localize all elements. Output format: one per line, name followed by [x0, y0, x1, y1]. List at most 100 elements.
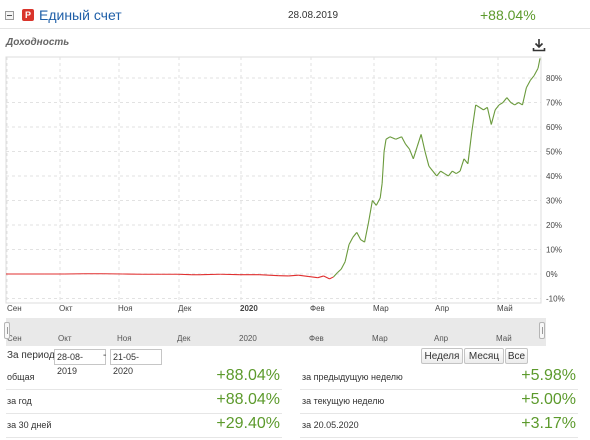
series-segment [323, 275, 330, 280]
y-tick-label: 80% [546, 74, 562, 83]
stat-value-current-week: +5.00% [521, 391, 576, 408]
series-segment [375, 197, 381, 206]
series-segment [401, 136, 407, 145]
range-week-button[interactable]: Неделя [421, 348, 463, 364]
y-tick-label: 10% [546, 246, 562, 255]
series-segment [383, 139, 387, 152]
series-segment [440, 170, 445, 175]
collapse-toggle-icon[interactable] [5, 11, 14, 20]
navigator-left-handle[interactable] [4, 322, 10, 339]
series-segment [344, 244, 350, 262]
stat-divider [6, 389, 282, 390]
series-segment [486, 107, 492, 125]
series-segment [518, 102, 523, 106]
x-tick-label: 2020 [240, 304, 258, 313]
stat-label-30days: за 30 дней [7, 420, 52, 430]
series-segment [467, 131, 473, 164]
series-segment [502, 97, 508, 103]
y-tick-label: -10% [546, 295, 565, 304]
stat-value-30days: +29.40% [216, 415, 280, 432]
y-tick-label: 70% [546, 99, 562, 108]
series-segment [317, 275, 324, 279]
series-segment [333, 272, 338, 278]
x-tick-label: Дек [178, 304, 192, 313]
series-segment [428, 165, 434, 172]
series-segment [259, 274, 279, 277]
series-segment [348, 236, 354, 245]
stat-value-prev-week: +5.98% [521, 367, 576, 384]
stat-label-prev-week: за предыдущую неделю [302, 372, 403, 382]
series-segment [352, 232, 358, 238]
series-segment [340, 261, 346, 270]
stat-divider [300, 413, 578, 414]
stat-label-day: за 20.05.2020 [302, 420, 359, 430]
total-return: +88.04% [480, 7, 536, 23]
x-tick-label: Окт [59, 304, 73, 313]
range-month-button[interactable]: Месяц [464, 348, 504, 364]
navigator-track[interactable] [6, 318, 546, 346]
stat-value-day: +3.17% [521, 415, 576, 432]
series-segment [436, 170, 442, 177]
series-segment [405, 143, 410, 150]
stat-label-year: за год [7, 396, 32, 406]
series-segment [483, 106, 488, 111]
range-all-button[interactable]: Все [505, 348, 528, 364]
y-tick-label: 0% [546, 270, 558, 279]
x-tick-label: Мар [373, 304, 389, 313]
account-logo-icon: P [22, 9, 34, 21]
period-from-input[interactable]: 28-08-2019 [54, 349, 106, 376]
series-segment [288, 274, 299, 277]
y-tick-label: 50% [546, 148, 562, 157]
x-tick-label: Сен [7, 304, 22, 313]
series-segment [408, 148, 414, 160]
x-tick-label: Ноя [118, 304, 133, 313]
period-label: За период: [7, 350, 58, 361]
series-segment [420, 134, 426, 152]
navigator-right-handle[interactable] [539, 322, 545, 339]
x-tick-label: Апр [435, 304, 450, 313]
series-segment [447, 170, 453, 177]
navigator-tick-label: Дек [177, 334, 191, 343]
navigator-tick-label: Окт [58, 334, 72, 343]
series-segment [389, 136, 396, 140]
period-to-input[interactable]: 21-05-2020 [110, 349, 162, 376]
navigator-tick-label: Апр [434, 334, 449, 343]
x-tick-label: Фев [310, 304, 325, 313]
stat-divider [300, 389, 578, 390]
plot-border [5, 56, 542, 304]
series-segment [385, 136, 391, 140]
navigator-tick-label: 2020 [239, 334, 257, 343]
start-date: 28.08.2019 [288, 10, 339, 21]
series-segment [537, 58, 541, 69]
series-segment [455, 170, 461, 175]
y-tick-label: 20% [546, 221, 562, 230]
x-tick-label: Май [497, 304, 513, 313]
series-segment [360, 239, 365, 243]
stat-divider [300, 437, 578, 438]
series-segment [356, 232, 362, 240]
series-segment [308, 275, 318, 279]
stat-divider [6, 437, 282, 438]
series-segment [329, 276, 334, 280]
y-tick-label: 30% [546, 197, 562, 206]
stat-label-current-week: за текущую неделю [302, 396, 385, 406]
series-segment [298, 274, 309, 277]
stat-value-total: +88.04% [216, 367, 280, 384]
series-segment [424, 151, 430, 167]
series-segment [336, 268, 342, 274]
header-divider [0, 28, 590, 29]
navigator-tick-label: Май [496, 334, 512, 343]
returns-chart: 80% 70% 60% 50% 40% 30% 20% 10% 0% -10% Сен Окт Ноя Д… [5, 56, 565, 313]
series-segment [367, 200, 373, 223]
period-separator: - [103, 350, 107, 361]
series-segment [452, 170, 457, 175]
series-segment [416, 134, 422, 147]
navigator-tick-label: Мар [372, 334, 388, 343]
series-segment [381, 151, 385, 184]
series-segment [459, 158, 465, 172]
series-segment [479, 106, 484, 111]
y-tick-label: 60% [546, 123, 562, 132]
series-segment [475, 104, 480, 108]
series-segment [533, 67, 539, 76]
account-title-link[interactable]: Единый счет [39, 7, 122, 23]
